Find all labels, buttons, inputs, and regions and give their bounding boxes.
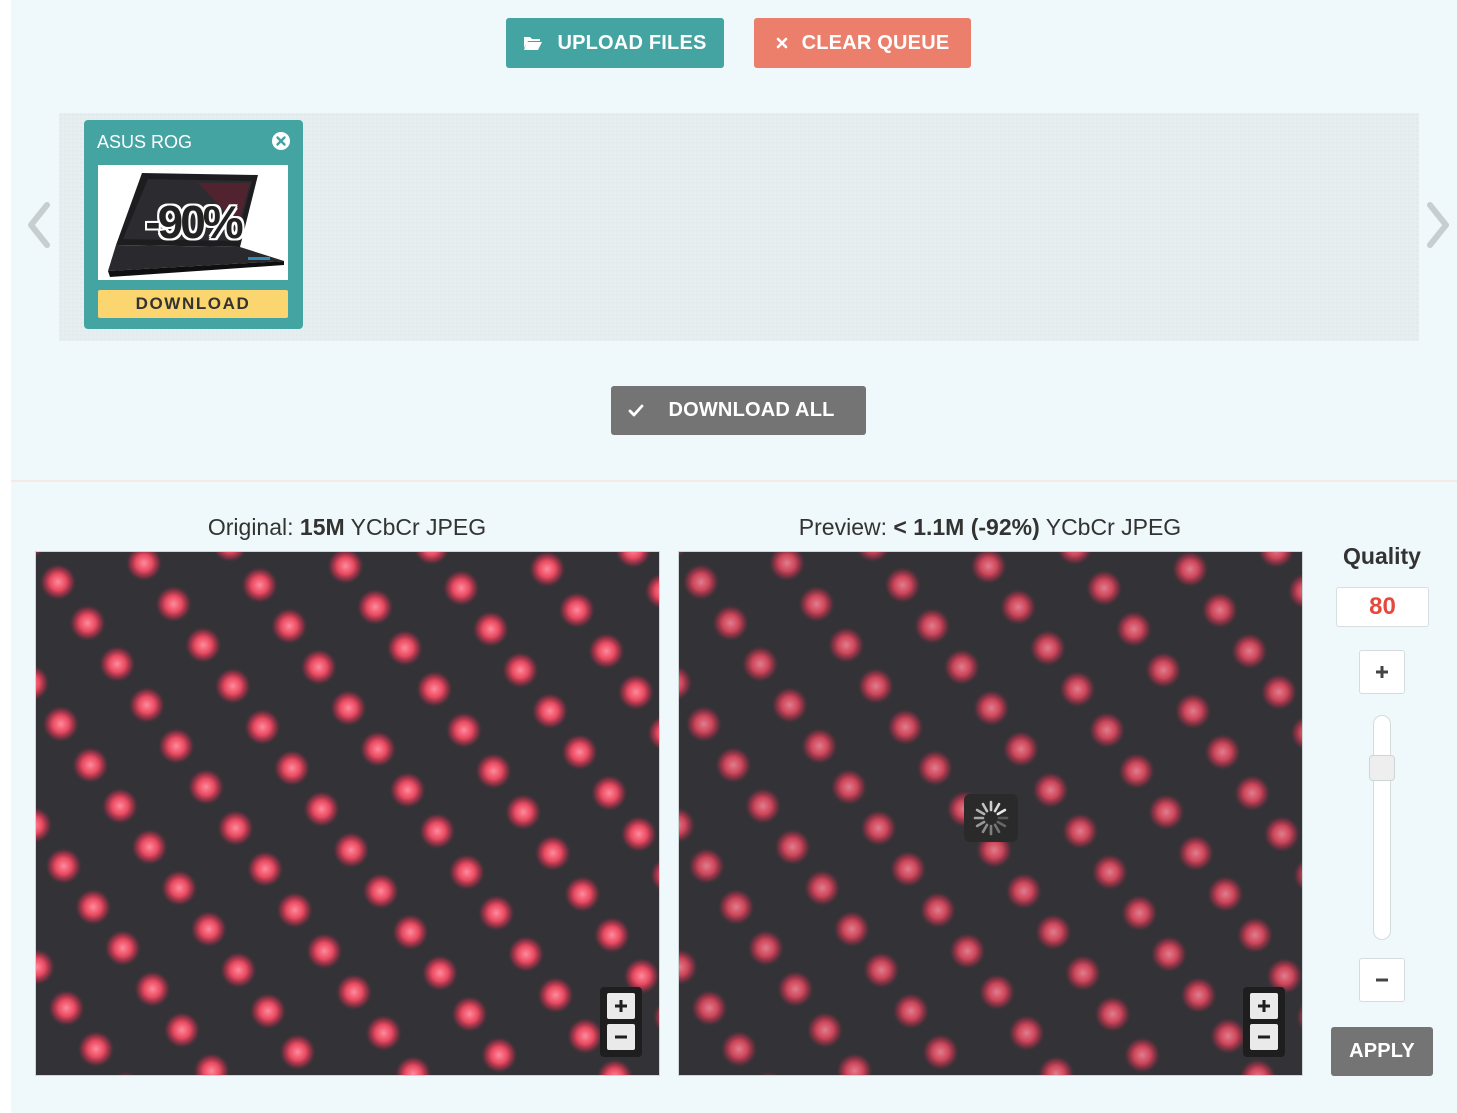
check-icon	[628, 404, 644, 417]
clear-queue-label: CLEAR QUEUE	[801, 31, 950, 54]
original-image	[36, 552, 659, 1075]
app: UPLOAD FILES CLEAR QUEUE ASUS ROG -90% D…	[11, 0, 1457, 1113]
queue-item-title: ASUS ROG	[97, 132, 193, 152]
chevron-left-icon	[28, 202, 50, 248]
apply-button[interactable]: APPLY	[1331, 1027, 1433, 1076]
original-zoom-out-button[interactable]	[607, 1024, 635, 1050]
loading-spinner-icon	[964, 794, 1018, 842]
queue-item-download-button[interactable]: DOWNLOAD	[98, 290, 288, 318]
quality-decrease-button[interactable]	[1359, 958, 1405, 1002]
section-divider	[11, 480, 1457, 482]
preview-image-panel[interactable]	[678, 551, 1303, 1076]
queue-item-thumbnail: -90%	[98, 165, 288, 280]
original-image-panel[interactable]	[35, 551, 660, 1076]
preview-zoom-in-button[interactable]	[1250, 993, 1278, 1019]
minus-icon	[1376, 978, 1388, 982]
quality-slider-handle[interactable]	[1369, 755, 1395, 781]
original-label: Original: 15M YCbCr JPEG	[207, 514, 487, 540]
quality-increase-button[interactable]	[1359, 650, 1405, 694]
queue-item-card[interactable]: ASUS ROG -90% DOWNLOAD	[84, 120, 303, 329]
chevron-right-icon	[1427, 202, 1449, 248]
minus-icon	[615, 1035, 627, 1039]
download-all-label: DOWNLOAD ALL	[668, 399, 835, 421]
plus-icon	[1376, 666, 1388, 678]
original-zoom-controls	[600, 987, 642, 1057]
plus-icon	[1258, 1000, 1270, 1012]
quality-title: Quality	[1343, 543, 1421, 569]
preview-zoom-out-button[interactable]	[1250, 1024, 1278, 1050]
upload-files-label: UPLOAD FILES	[557, 31, 707, 54]
remove-item-icon[interactable]	[271, 131, 291, 151]
clear-queue-button[interactable]: CLEAR QUEUE	[754, 18, 971, 68]
compression-badge: -90%	[145, 196, 243, 248]
close-icon	[776, 37, 788, 49]
carousel-prev-button[interactable]	[22, 195, 58, 255]
download-all-button[interactable]: DOWNLOAD ALL	[611, 386, 866, 435]
original-zoom-in-button[interactable]	[607, 993, 635, 1019]
quality-slider-track[interactable]	[1373, 715, 1391, 940]
quality-value-input[interactable]: 80	[1336, 587, 1429, 627]
upload-files-button[interactable]: UPLOAD FILES	[506, 18, 724, 68]
carousel-next-button[interactable]	[1419, 195, 1455, 255]
folder-open-icon	[523, 35, 543, 51]
minus-icon	[1258, 1035, 1270, 1039]
preview-label: Preview: < 1.1M (-92%) YCbCr JPEG	[798, 514, 1182, 540]
preview-zoom-controls	[1243, 987, 1285, 1057]
plus-icon	[615, 1000, 627, 1012]
